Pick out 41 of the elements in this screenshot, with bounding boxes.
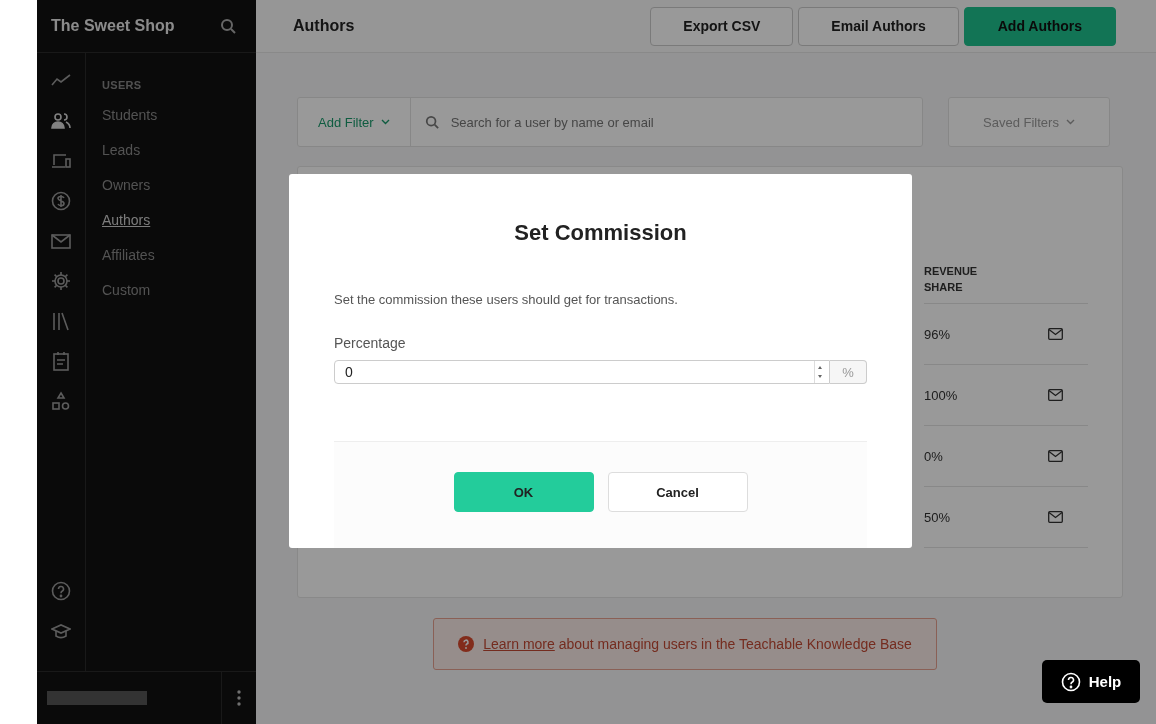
section-heading: USERS (102, 79, 143, 91)
header-button[interactable]: Export CSV (650, 6, 794, 46)
search-icon (424, 115, 439, 129)
shop-title: The Sweet Shop (51, 17, 175, 35)
learn-more-link[interactable]: Learn more (483, 636, 555, 652)
chevron-icon (1065, 119, 1075, 125)
search-field[interactable]: Search for a user by name or email (448, 113, 908, 131)
saved-filters-button[interactable]: Saved Filters (948, 97, 1110, 147)
table-cell-text: 50% (924, 509, 952, 525)
percent-suffix: % (830, 360, 867, 384)
page-title: Authors (293, 17, 355, 35)
dialog-button[interactable]: Cancel (607, 472, 748, 512)
mail-icon[interactable] (1048, 389, 1063, 401)
help-button[interactable]: Help (1042, 660, 1140, 703)
help-icon (458, 636, 475, 652)
table-cell-text: 96% (924, 326, 952, 342)
notice-text: Learn more about managing users in the Teachable Knowledge Base (483, 636, 912, 652)
sidebar-item[interactable]: Leads (102, 142, 141, 158)
sidebar-item[interactable]: Affiliates (102, 247, 155, 263)
sidebar-item[interactable]: Students (102, 107, 158, 123)
help-icon (1060, 671, 1081, 692)
header-button[interactable]: Add Authors (963, 6, 1116, 46)
dialog-button[interactable]: OK (453, 472, 594, 512)
chevron-icon (380, 119, 390, 125)
sidebar-item[interactable]: Authors (102, 212, 151, 228)
percentage-field[interactable]: 0 (334, 360, 830, 384)
header-button[interactable]: Email Authors (798, 6, 959, 46)
column-header: REVENUE SHARE (924, 264, 979, 295)
sidebar-item[interactable]: Owners (102, 177, 151, 193)
table-cell-text: 100% (924, 387, 959, 403)
mail-icon[interactable] (1048, 450, 1063, 462)
field-label: Percentage (334, 335, 407, 351)
add-filter-button[interactable]: Add Filter (298, 98, 411, 146)
mail-icon[interactable] (1048, 511, 1063, 523)
more-icon[interactable] (237, 690, 241, 706)
dialog-title: Set Commission (513, 220, 688, 246)
sidebar-item[interactable]: Custom (102, 282, 151, 298)
search-icon[interactable] (220, 18, 236, 34)
mail-icon[interactable] (1048, 328, 1063, 340)
table-cell-text: 0% (924, 448, 944, 464)
dialog-description: Set the commission these users should get for transactions. (334, 292, 679, 307)
